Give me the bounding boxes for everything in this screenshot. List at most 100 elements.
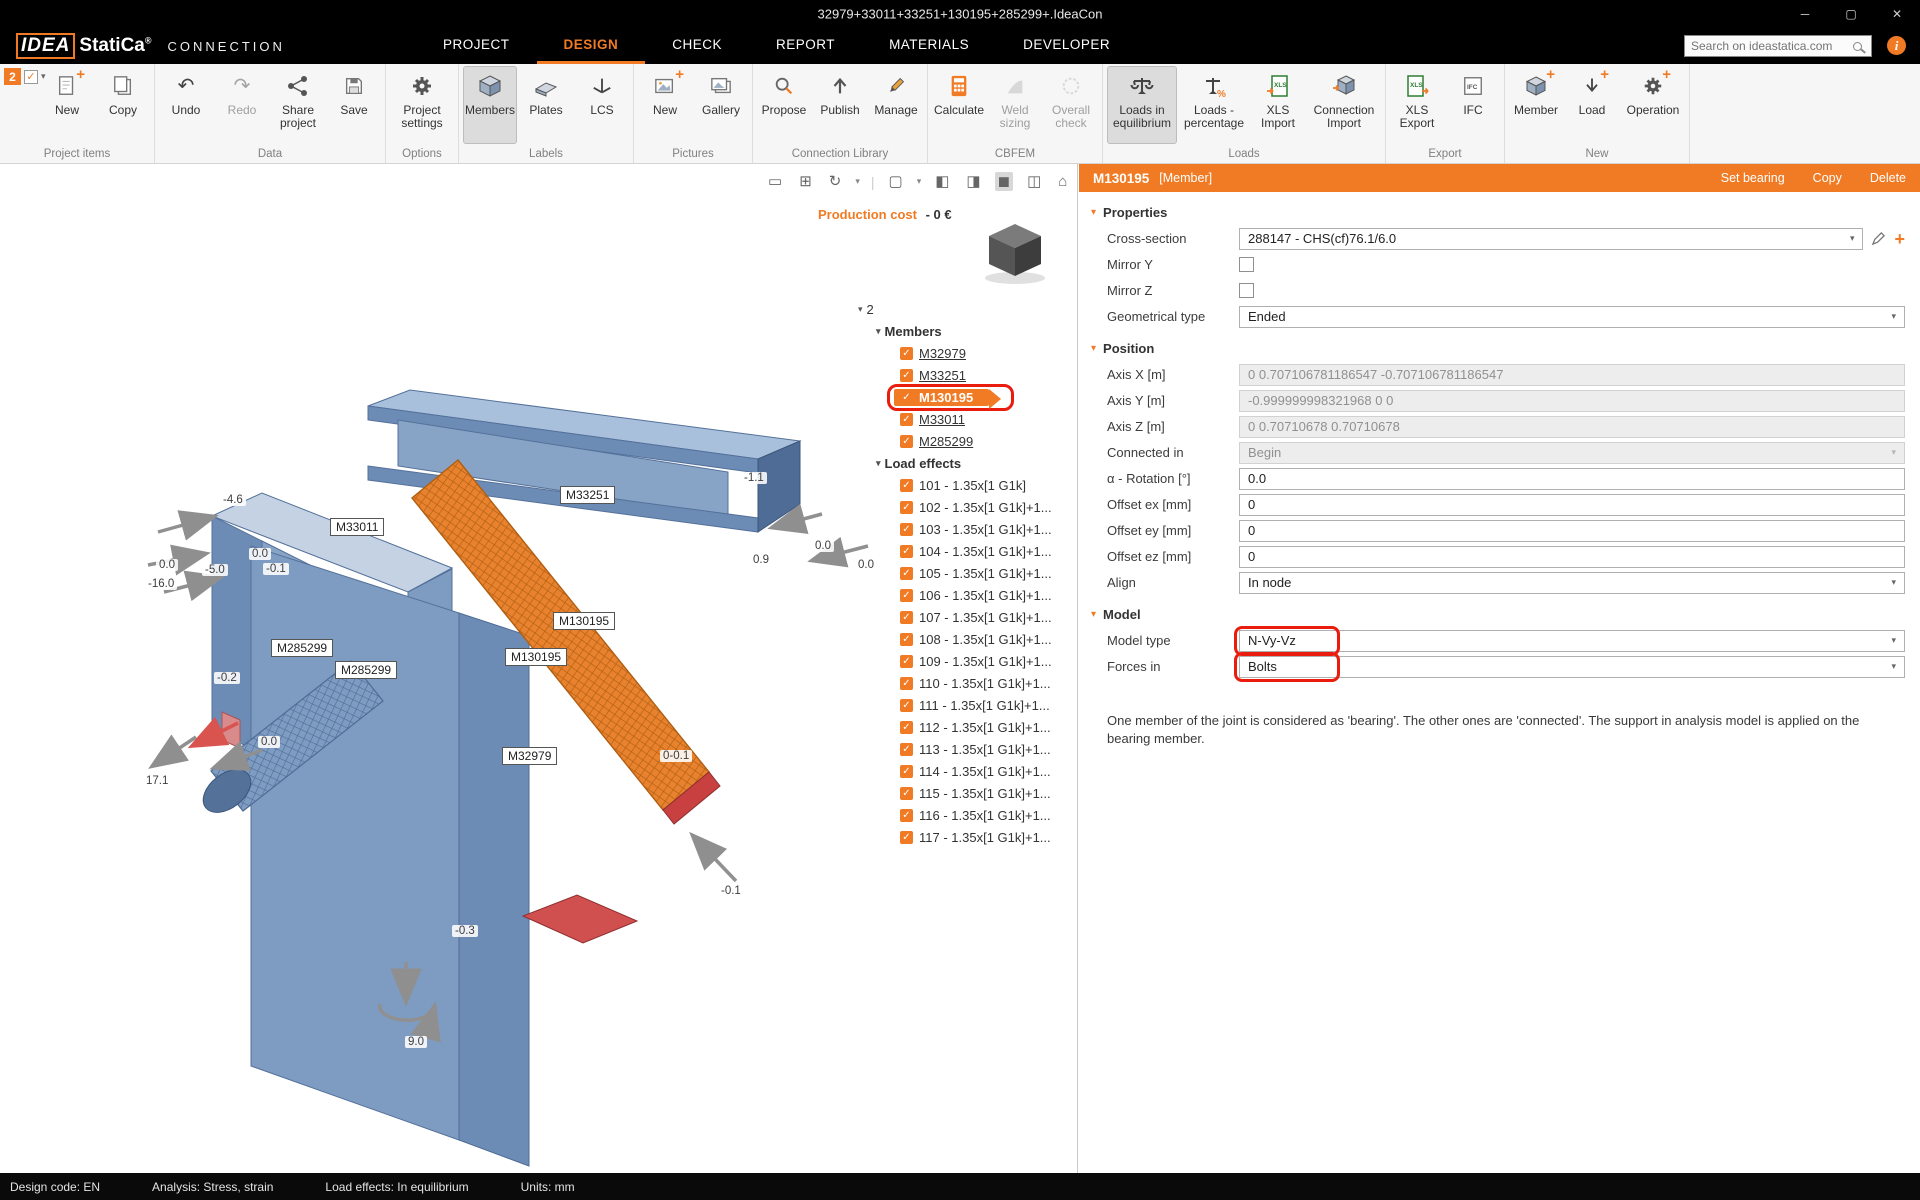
checked-checkbox-icon[interactable] xyxy=(900,633,913,646)
geometrical-type-dropdown[interactable]: Ended ▾ xyxy=(1239,306,1905,328)
expand-arrow-icon[interactable]: ▾ xyxy=(858,304,863,315)
copy-member-button[interactable]: Copy xyxy=(1813,171,1842,185)
tree-load-effect-item[interactable]: 112 - 1.35x[1 G1k]+1... xyxy=(856,716,1076,738)
checked-checkbox-icon[interactable] xyxy=(900,479,913,492)
ribbon-loads-percentage-button[interactable]: % Loads - percentage xyxy=(1179,66,1249,144)
ribbon-members-labels-button[interactable]: Members xyxy=(463,66,517,144)
menu-tab[interactable]: MATERIALS xyxy=(862,28,996,64)
checked-checkbox-icon[interactable] xyxy=(900,611,913,624)
checked-checkbox-icon[interactable] xyxy=(900,655,913,668)
ribbon-share-project-button[interactable]: Share project xyxy=(271,66,325,144)
tree-member-item[interactable]: M32979 xyxy=(856,342,1076,364)
tree-load-effect-item[interactable]: 115 - 1.35x[1 G1k]+1... xyxy=(856,782,1076,804)
ribbon-project-settings-button[interactable]: Project settings xyxy=(390,66,454,144)
expand-arrow-icon[interactable]: ▾ xyxy=(876,326,881,337)
zoom-extents-icon[interactable]: ⊞ xyxy=(796,172,815,191)
forces-in-dropdown[interactable]: Bolts ▾ xyxy=(1239,656,1905,678)
section-properties[interactable]: ▾ Properties xyxy=(1091,205,1920,220)
checked-checkbox-icon[interactable] xyxy=(900,743,913,756)
offset-ez-input[interactable]: 0 xyxy=(1239,546,1905,568)
minimize-button[interactable]: ─ xyxy=(1782,0,1828,28)
checked-checkbox-icon[interactable] xyxy=(900,501,913,514)
rotation-input[interactable]: 0.0 xyxy=(1239,468,1905,490)
view-wireframe-icon[interactable]: ◼ xyxy=(995,172,1013,191)
ribbon-new-member-button[interactable]: + Member xyxy=(1509,66,1563,144)
tree-load-effect-item[interactable]: 117 - 1.35x[1 G1k]+1... xyxy=(856,826,1076,848)
ribbon-overall-check-button[interactable]: Overall check xyxy=(1044,66,1098,144)
tree-member-item[interactable]: M130195 xyxy=(856,386,1076,408)
checked-checkbox-icon[interactable] xyxy=(900,347,913,360)
tree-load-effect-item[interactable]: 104 - 1.35x[1 G1k]+1... xyxy=(856,540,1076,562)
rotate-view-icon[interactable]: ↻ xyxy=(826,172,845,191)
section-model[interactable]: ▾ Model xyxy=(1091,607,1920,622)
tree-load-effect-item[interactable]: 107 - 1.35x[1 G1k]+1... xyxy=(856,606,1076,628)
checked-checkbox-icon[interactable]: ✓ xyxy=(24,70,38,84)
menu-tab[interactable]: DESIGN xyxy=(537,28,646,64)
expand-arrow-icon[interactable]: ▾ xyxy=(876,458,881,469)
tree-load-effect-item[interactable]: 103 - 1.35x[1 G1k]+1... xyxy=(856,518,1076,540)
ribbon-weld-sizing-button[interactable]: Weld sizing xyxy=(988,66,1042,144)
tree-member-item[interactable]: M33011 xyxy=(856,408,1076,430)
mirror-y-checkbox[interactable] xyxy=(1239,257,1254,272)
ribbon-new-picture-button[interactable]: + New xyxy=(638,66,692,144)
tree-load-effect-item[interactable]: 110 - 1.35x[1 G1k]+1... xyxy=(856,672,1076,694)
ribbon-redo-button[interactable]: ↷ Redo xyxy=(215,66,269,144)
tree-members-header[interactable]: ▾ Members xyxy=(856,320,1076,342)
ribbon-loads-in-equilibrium-button[interactable]: Loads in equilibrium xyxy=(1107,66,1177,144)
delete-member-button[interactable]: Delete xyxy=(1870,171,1906,185)
ribbon-propose-button[interactable]: Propose xyxy=(757,66,811,144)
checked-checkbox-icon[interactable] xyxy=(900,567,913,580)
tree-load-effect-item[interactable]: 106 - 1.35x[1 G1k]+1... xyxy=(856,584,1076,606)
ribbon-new-project-item-button[interactable]: + New xyxy=(40,66,94,144)
view-transparent-icon[interactable]: ◨ xyxy=(963,172,983,191)
tree-load-effect-item[interactable]: 116 - 1.35x[1 G1k]+1... xyxy=(856,804,1076,826)
tree-load-effect-item[interactable]: 114 - 1.35x[1 G1k]+1... xyxy=(856,760,1076,782)
ribbon-new-operation-button[interactable]: + Operation xyxy=(1621,66,1685,144)
checked-checkbox-icon[interactable] xyxy=(900,699,913,712)
home-view-icon[interactable]: ⌂ xyxy=(1055,172,1070,191)
tree-load-effect-item[interactable]: 101 - 1.35x[1 G1k] xyxy=(856,474,1076,496)
connection-item-selector[interactable]: 2 ✓ ▾ xyxy=(4,68,46,85)
search-icon[interactable] xyxy=(1853,42,1862,51)
search-input[interactable] xyxy=(1685,39,1853,53)
model-type-dropdown[interactable]: N-Vy-Vz ▾ xyxy=(1239,630,1905,652)
offset-ey-input[interactable]: 0 xyxy=(1239,520,1905,542)
checked-checkbox-icon[interactable] xyxy=(900,391,913,404)
ribbon-connection-import-button[interactable]: Connection Import xyxy=(1307,66,1381,144)
ribbon-calculate-button[interactable]: Calculate xyxy=(932,66,986,144)
ribbon-lcs-button[interactable]: LCS xyxy=(575,66,629,144)
checked-checkbox-icon[interactable] xyxy=(900,435,913,448)
menu-tab[interactable]: CHECK xyxy=(645,28,749,64)
checked-checkbox-icon[interactable] xyxy=(900,721,913,734)
checked-checkbox-icon[interactable] xyxy=(900,765,913,778)
offset-ex-input[interactable]: 0 xyxy=(1239,494,1905,516)
view-solid-icon[interactable]: ◧ xyxy=(932,172,952,191)
measure-icon[interactable]: ▭ xyxy=(765,172,785,191)
align-dropdown[interactable]: In node ▾ xyxy=(1239,572,1905,594)
menu-tab[interactable]: PROJECT xyxy=(416,28,537,64)
checked-checkbox-icon[interactable] xyxy=(900,787,913,800)
tree-load-effect-item[interactable]: 102 - 1.35x[1 G1k]+1... xyxy=(856,496,1076,518)
chevron-down-icon[interactable]: ▾ xyxy=(855,175,860,188)
chevron-down-icon[interactable]: ▾ xyxy=(41,71,46,82)
section-position[interactable]: ▾ Position xyxy=(1091,341,1920,356)
checked-checkbox-icon[interactable] xyxy=(900,545,913,558)
tree-load-effect-item[interactable]: 109 - 1.35x[1 G1k]+1... xyxy=(856,650,1076,672)
maximize-button[interactable]: ▢ xyxy=(1828,0,1874,28)
ribbon-new-load-button[interactable]: + Load xyxy=(1565,66,1619,144)
menu-tab[interactable]: REPORT xyxy=(749,28,862,64)
ribbon-copy-button[interactable]: Copy xyxy=(96,66,150,144)
ribbon-publish-button[interactable]: Publish xyxy=(813,66,867,144)
select-mode-icon[interactable]: ▢ xyxy=(886,172,906,191)
close-button[interactable]: ✕ xyxy=(1874,0,1920,28)
view-section-icon[interactable]: ◫ xyxy=(1024,172,1044,191)
checked-checkbox-icon[interactable] xyxy=(900,369,913,382)
checked-checkbox-icon[interactable] xyxy=(900,523,913,536)
mirror-z-checkbox[interactable] xyxy=(1239,283,1254,298)
ribbon-undo-button[interactable]: ↶ Undo xyxy=(159,66,213,144)
checked-checkbox-icon[interactable] xyxy=(900,809,913,822)
ribbon-ifc-button[interactable]: IFC IFC xyxy=(1446,66,1500,144)
cross-section-dropdown[interactable]: 288147 - CHS(cf)76.1/6.0 ▾ xyxy=(1239,228,1863,250)
tree-load-effect-item[interactable]: 113 - 1.35x[1 G1k]+1... xyxy=(856,738,1076,760)
tree-member-item[interactable]: M285299 xyxy=(856,430,1076,452)
